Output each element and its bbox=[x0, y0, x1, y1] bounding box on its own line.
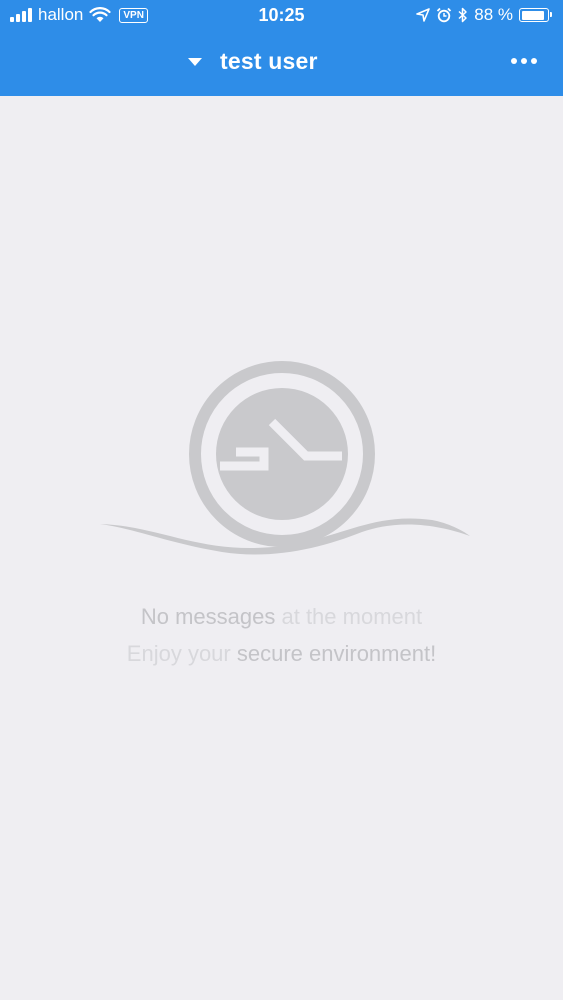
status-right: 88 % bbox=[416, 5, 552, 25]
battery-icon bbox=[519, 8, 552, 22]
battery-percent: 88 % bbox=[474, 5, 513, 24]
caret-down-icon[interactable] bbox=[188, 57, 202, 66]
alarm-icon bbox=[437, 7, 452, 23]
app-logo-icon bbox=[99, 361, 470, 555]
empty-message-line-2: Enjoy your secure environment! bbox=[0, 635, 563, 672]
location-arrow-icon bbox=[416, 8, 431, 22]
header-row: test user bbox=[0, 44, 563, 84]
empty-state: No messages at the moment Enjoy your sec… bbox=[0, 360, 563, 672]
bluetooth-icon bbox=[458, 7, 467, 23]
conversation-selector[interactable]: test user bbox=[188, 48, 318, 75]
app-bar: hallon VPN 10:25 88 % test user bbox=[0, 0, 563, 96]
at-the-moment-text: at the moment bbox=[275, 604, 423, 629]
enjoy-your-text: Enjoy your bbox=[126, 641, 237, 666]
page-title[interactable]: test user bbox=[220, 48, 318, 75]
app-screen: hallon VPN 10:25 88 % test user No messa… bbox=[0, 0, 563, 1000]
more-horizontal-icon[interactable] bbox=[507, 54, 541, 68]
battery-fill bbox=[521, 10, 544, 20]
secure-environment-text: secure environment! bbox=[236, 641, 437, 666]
no-messages-text: No messages bbox=[140, 604, 276, 629]
empty-message: No messages at the moment Enjoy your sec… bbox=[0, 598, 563, 672]
empty-message-line-1: No messages at the moment bbox=[0, 598, 563, 635]
status-bar: hallon VPN 10:25 88 % bbox=[0, 0, 563, 32]
